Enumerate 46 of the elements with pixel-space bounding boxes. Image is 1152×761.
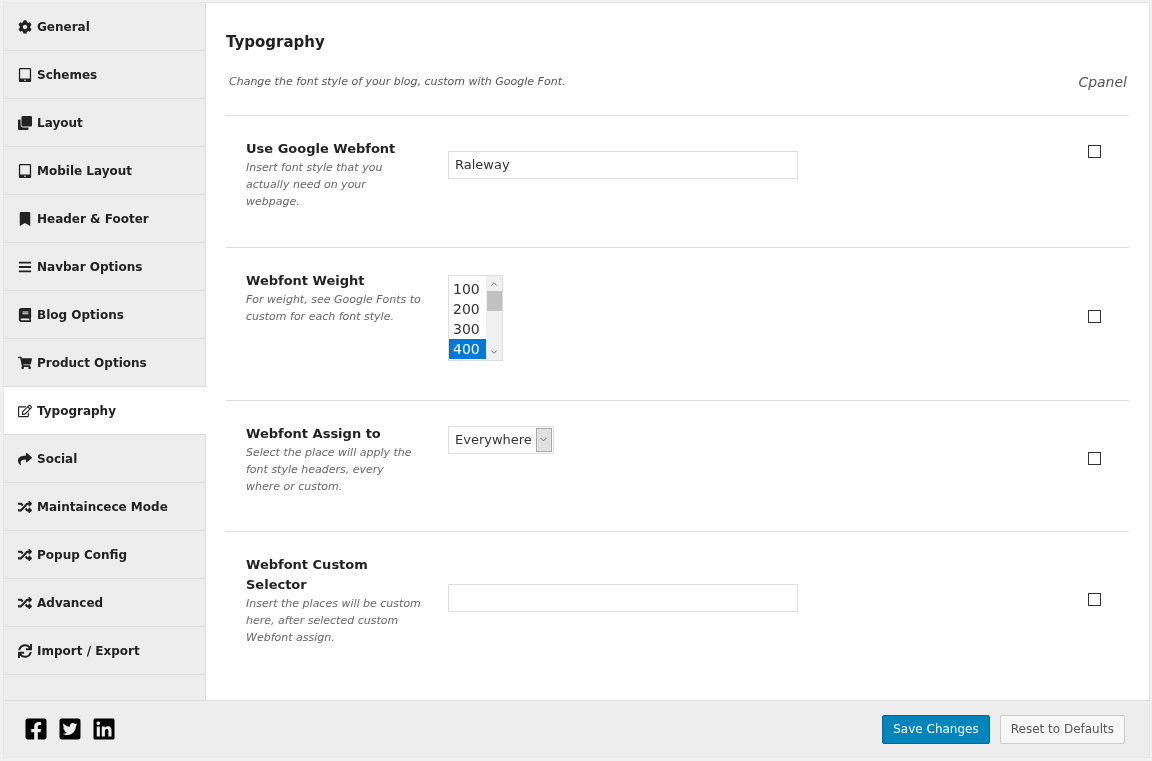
field-label: Webfont Assign to <box>246 424 382 443</box>
scrollbar-thumb[interactable] <box>486 290 502 311</box>
text-input-field[interactable] <box>448 583 798 612</box>
checkbox[interactable] <box>1088 309 1101 323</box>
text-input-field[interactable]: Raleway <box>448 150 798 179</box>
sidebar-item[interactable]: Typography <box>4 387 206 435</box>
field-help: Select the place will apply the font style headers, every where or custom. <box>246 444 413 495</box>
linkedin-icon[interactable] <box>92 717 116 741</box>
listbox-option[interactable]: 300 <box>449 318 486 339</box>
cart-icon <box>18 355 32 370</box>
dropdown-value: Everywhere <box>455 430 533 449</box>
field-label: Use Google Webfont <box>246 139 397 158</box>
book-icon <box>18 307 32 322</box>
reset-button[interactable]: Reset to Defaults <box>999 714 1125 744</box>
shuffle-icon <box>18 595 32 610</box>
gear-icon <box>18 19 32 34</box>
section-title: Typography <box>226 32 326 53</box>
facebook-icon[interactable] <box>24 717 48 741</box>
scrollbar[interactable] <box>486 275 502 360</box>
tablet-icon <box>18 163 32 178</box>
field-help: Insert the places will be custom here, after selected custom Webfont assign. <box>246 595 421 646</box>
field-help: Insert font style that you actually need on your webpage. <box>246 159 384 210</box>
listbox-option[interactable]: 100 <box>449 278 486 299</box>
checkbox[interactable] <box>1088 144 1101 158</box>
menu-icon <box>18 259 32 274</box>
field-label: Webfont Weight <box>246 271 366 290</box>
shuffle-icon <box>18 499 32 514</box>
weight-listbox[interactable]: 100 200 300 400 <box>448 274 503 361</box>
field-help: For weight, see Google Fonts to custom for each font style. <box>246 291 421 325</box>
save-button[interactable]: Save Changes <box>882 714 990 744</box>
listbox-option[interactable]: 400 <box>449 338 486 359</box>
section-description: Change the font style of your blog, custom with Google Font. <box>229 73 566 90</box>
listbox-option[interactable]: 200 <box>449 298 486 319</box>
share-arrow-icon <box>18 451 32 466</box>
stacked-pages-icon <box>18 115 32 130</box>
twitter-icon[interactable] <box>58 717 82 741</box>
brand-text: Cpanel <box>1078 72 1127 92</box>
checkbox[interactable] <box>1088 592 1101 606</box>
field-label: Webfont Custom Selector <box>246 555 369 594</box>
bookmark-icon <box>18 211 32 226</box>
assign-dropdown[interactable]: Everywhere <box>448 425 554 454</box>
checkbox[interactable] <box>1088 451 1101 465</box>
edit-icon <box>18 403 32 418</box>
refresh-icon <box>18 643 32 658</box>
shuffle-icon <box>18 547 32 562</box>
tablet-icon <box>18 67 32 82</box>
